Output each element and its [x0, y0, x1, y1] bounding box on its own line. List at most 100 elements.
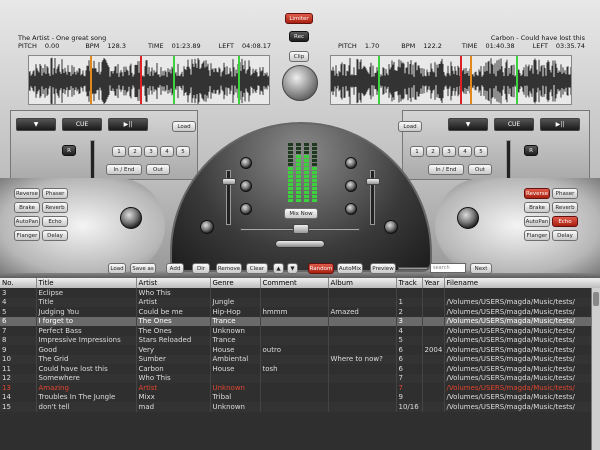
left-cue-5[interactable]: 5: [176, 146, 190, 157]
column-header-comment[interactable]: Comment: [260, 278, 329, 288]
right-play-pause-button[interactable]: ▶||: [540, 118, 580, 131]
right-eq-low-knob[interactable]: [345, 203, 357, 215]
left-fx-reverb-button[interactable]: Reverb: [42, 202, 68, 213]
left-eq-low-knob[interactable]: [240, 203, 252, 215]
right-out-button[interactable]: Out: [468, 164, 492, 175]
playlist-clear-button[interactable]: Clear: [246, 263, 268, 274]
left-play-pause-button[interactable]: ▶||: [108, 118, 148, 131]
table-row[interactable]: 7 Perfect Bass The Ones Unknown 4/Volumes/US…: [0, 326, 600, 336]
right-r-button[interactable]: R: [524, 145, 538, 156]
right-cue-2[interactable]: 2: [426, 146, 440, 157]
table-row[interactable]: 5 Judging You Could be me Hip-Hop hmmm Amazed…: [0, 307, 600, 317]
right-load-button[interactable]: Load: [398, 121, 422, 132]
rec-button[interactable]: Rec: [289, 31, 309, 42]
limiter-button[interactable]: Limiter: [285, 13, 313, 24]
right-fx-flanger-button[interactable]: Flanger: [524, 230, 550, 241]
next-button[interactable]: Next: [470, 263, 492, 274]
move-up-button[interactable]: ▲: [273, 263, 284, 274]
table-row[interactable]: 13 Amazing Artist Unknown 7/Volumes/USERS/ma…: [0, 383, 600, 393]
right-cue-5[interactable]: 5: [474, 146, 488, 157]
right-in-end-button[interactable]: In / End: [428, 164, 464, 175]
playlist-load-button[interactable]: Load: [108, 263, 126, 274]
column-header-filename[interactable]: Filename: [444, 278, 600, 288]
left-out-button[interactable]: Out: [146, 164, 170, 175]
right-volume-knob[interactable]: [384, 220, 398, 234]
table-row[interactable]: 6I forget to The Ones Trance 3/Volumes/USER…: [0, 316, 600, 326]
right-fx-echo-button[interactable]: Echo: [552, 216, 578, 227]
left-prev-button[interactable]: ▼: [16, 118, 56, 131]
left-r-button[interactable]: R: [62, 145, 76, 156]
left-fx-reverse-button[interactable]: Reverse: [14, 188, 40, 199]
left-fx-autopan-button[interactable]: AutoPan: [14, 216, 40, 227]
right-fx-phaser-button[interactable]: Phaser: [552, 188, 578, 199]
left-fx-flanger-button[interactable]: Flanger: [14, 230, 40, 241]
right-eq-high-knob[interactable]: [345, 157, 357, 169]
column-header-track[interactable]: Track: [396, 278, 423, 288]
left-cue-3[interactable]: 3: [144, 146, 158, 157]
right-prev-button[interactable]: ▼: [448, 118, 488, 131]
automix-button[interactable]: AutoMix: [337, 263, 363, 274]
left-cue-1[interactable]: 1: [112, 146, 126, 157]
right-cue-4[interactable]: 4: [458, 146, 472, 157]
scrollbar-thumb[interactable]: [593, 292, 599, 306]
playlist-remove-button[interactable]: Remove: [216, 263, 242, 274]
table-row[interactable]: 3 Eclipse Who This: [0, 288, 600, 298]
left-cue-button[interactable]: CUE: [62, 118, 102, 131]
playlist-dir-button[interactable]: Dir: [192, 263, 210, 274]
left-cue-2[interactable]: 2: [128, 146, 142, 157]
cell-title: Judging You: [36, 307, 137, 317]
mix-now-button[interactable]: Mix Now: [284, 208, 318, 219]
table-row[interactable]: 15 don't tell mad Unknown 10/16/Volumes/USER…: [0, 402, 600, 412]
right-fx-delay-button[interactable]: Delay: [552, 230, 578, 241]
right-gain-knob[interactable]: [457, 207, 479, 229]
left-fx-phaser-button[interactable]: Phaser: [42, 188, 68, 199]
preview-button[interactable]: Preview: [370, 263, 396, 274]
right-waveform[interactable]: [330, 55, 572, 105]
move-down-button[interactable]: ▼: [287, 263, 298, 274]
crossfader-handle[interactable]: [293, 224, 309, 234]
left-fx-delay-button[interactable]: Delay: [42, 230, 68, 241]
left-channel-handle[interactable]: [222, 178, 236, 185]
preview-volume-slider[interactable]: [398, 267, 428, 270]
table-row[interactable]: 10 The Grid Sumber Ambiental Where to now? 6 /…: [0, 354, 600, 364]
left-volume-knob[interactable]: [200, 220, 214, 234]
left-fx-echo-button[interactable]: Echo: [42, 216, 68, 227]
column-header-artist[interactable]: Artist: [136, 278, 211, 288]
table-row[interactable]: 12 Somewhere Who This 7/Volumes/USERS/magda…: [0, 373, 600, 383]
column-header-genre[interactable]: Genre: [210, 278, 261, 288]
right-fx-brake-button[interactable]: Brake: [524, 202, 550, 213]
table-scrollbar[interactable]: [591, 288, 600, 450]
table-row[interactable]: 11 Could have lost this Carbon House tosh 6/V…: [0, 364, 600, 374]
left-fx-brake-button[interactable]: Brake: [14, 202, 40, 213]
left-cue-4[interactable]: 4: [160, 146, 174, 157]
right-cue-button[interactable]: CUE: [494, 118, 534, 131]
random-button[interactable]: Random: [308, 263, 334, 274]
table-row[interactable]: 9 Good Very House outro 6 2004/Volumes/USERS/m…: [0, 345, 600, 355]
right-cue-1[interactable]: 1: [410, 146, 424, 157]
left-waveform[interactable]: [28, 55, 270, 105]
right-fx-reverb-button[interactable]: Reverb: [552, 202, 578, 213]
left-load-button[interactable]: Load: [172, 121, 196, 132]
right-channel-handle[interactable]: [366, 178, 380, 185]
search-input[interactable]: search songs: [430, 263, 466, 279]
right-fx-reverse-button[interactable]: Reverse: [524, 188, 550, 199]
left-eq-high-knob[interactable]: [240, 157, 252, 169]
column-header-year[interactable]: Year: [422, 278, 445, 288]
left-gain-knob[interactable]: [120, 207, 142, 229]
right-eq-mid-knob[interactable]: [345, 180, 357, 192]
right-fx-autopan-button[interactable]: AutoPan: [524, 216, 550, 227]
table-row[interactable]: 8 Impressive Impressions Stars Reloaded Tra…: [0, 335, 600, 345]
playlist-add-button[interactable]: Add: [166, 263, 184, 274]
playlist-save-as-button[interactable]: Save as: [130, 263, 156, 274]
table-row[interactable]: 14 Troubles In The Jungle Mixx Tribal 9/Volu…: [0, 392, 600, 402]
master-bar[interactable]: [275, 240, 325, 248]
left-eq-mid-knob[interactable]: [240, 180, 252, 192]
column-header-album[interactable]: Album: [328, 278, 397, 288]
left-in-end-button[interactable]: In / End: [106, 164, 142, 175]
cell-year: [422, 297, 445, 307]
table-row[interactable]: 4 Title Artist Jungle 1/Volumes/USERS/magda/…: [0, 297, 600, 307]
clip-button[interactable]: Clip: [289, 51, 309, 62]
column-header-title[interactable]: Title: [36, 278, 137, 288]
column-header-no[interactable]: No.: [0, 278, 37, 288]
right-cue-3[interactable]: 3: [442, 146, 456, 157]
